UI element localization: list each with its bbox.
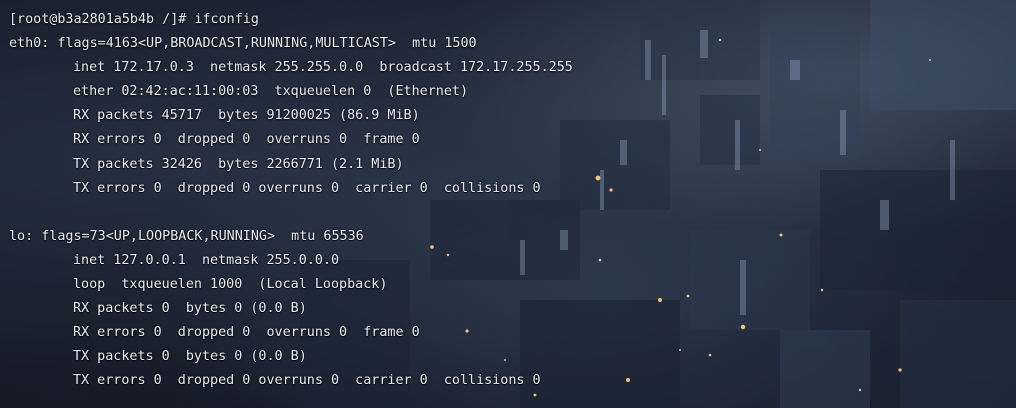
eth0-inet-line: inet 172.17.0.3 netmask 255.255.0.0 broa…	[73, 60, 573, 76]
eth0-rx-errors-line: RX errors 0 dropped 0 overruns 0 frame 0	[73, 132, 420, 148]
eth0-tx-packets-line: TX packets 32426 bytes 2266771 (2.1 MiB)	[73, 156, 404, 172]
lo-inet-line: inet 127.0.0.1 netmask 255.0.0.0	[73, 252, 340, 268]
eth0-ether-line: ether 02:42:ac:11:00:03 txqueuelen 0 (Et…	[73, 84, 469, 100]
eth0-rx-packets-line: RX packets 45717 bytes 91200025 (86.9 Mi…	[73, 108, 420, 124]
lo-loop-line: loop txqueuelen 1000 (Local Loopback)	[73, 277, 388, 293]
command-prompt-line: [root@b3a2801a5b4b /]# ifconfig	[9, 12, 259, 27]
eth0-tx-errors-line: TX errors 0 dropped 0 overruns 0 carrier…	[73, 180, 541, 196]
lo-header-line: lo: flags=73<UP,LOOPBACK,RUNNING> mtu 65…	[9, 228, 364, 244]
lo-rx-packets-line: RX packets 0 bytes 0 (0.0 B)	[73, 301, 307, 317]
lo-rx-errors-line: RX errors 0 dropped 0 overruns 0 frame 0	[73, 325, 420, 341]
lo-tx-packets-line: TX packets 0 bytes 0 (0.0 B)	[73, 349, 307, 365]
eth0-header-line: eth0: flags=4163<UP,BROADCAST,RUNNING,MU…	[9, 36, 477, 52]
terminal-output[interactable]: [root@b3a2801a5b4b /]# ifconfig eth0: fl…	[9, 8, 573, 394]
terminal-window[interactable]: [root@b3a2801a5b4b /]# ifconfig eth0: fl…	[0, 0, 1016, 408]
lo-tx-errors-line: TX errors 0 dropped 0 overruns 0 carrier…	[73, 373, 541, 389]
